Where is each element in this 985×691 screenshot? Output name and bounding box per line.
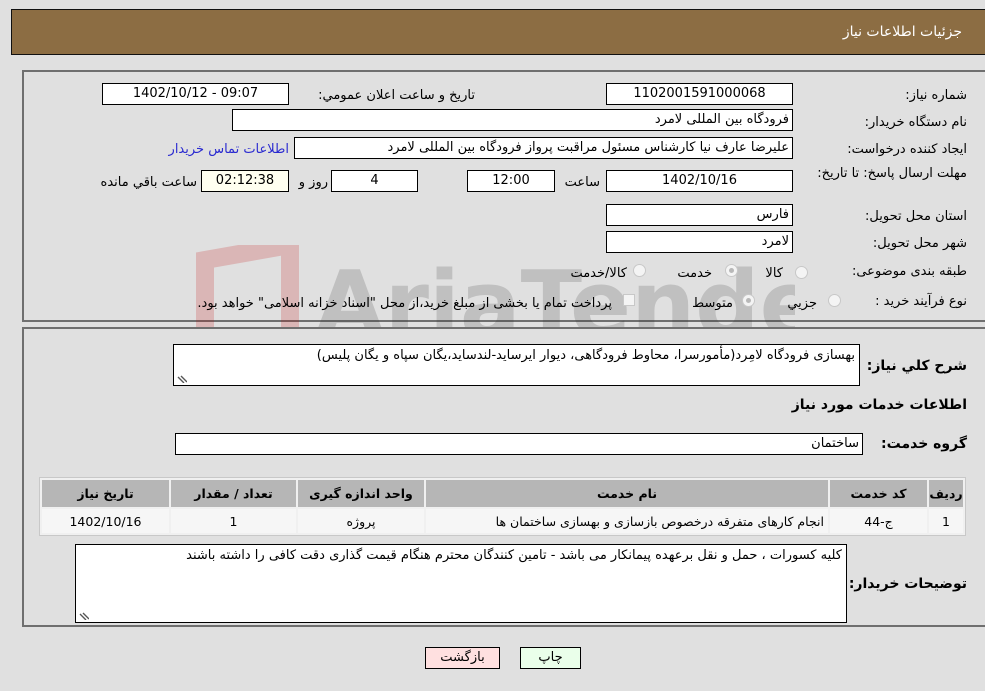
purchase-radio-minor[interactable] bbox=[828, 294, 841, 307]
table-header-row: ردیف کد خدمت نام خدمت واحد اندازه گیری ت… bbox=[42, 480, 963, 507]
category-option-service: خدمت bbox=[677, 266, 712, 281]
cell-qty: 1 bbox=[171, 509, 296, 533]
purchase-option-medium: متوسط bbox=[692, 296, 733, 311]
city-label: شهر محل تحویل: bbox=[872, 236, 967, 251]
announce-datetime-field[interactable]: 1402/10/12 - 09:07 bbox=[102, 83, 289, 105]
deadline-date-field[interactable]: 1402/10/16 bbox=[606, 170, 793, 192]
buyer-notes-text: کلیه کسورات ، حمل و نقل برعهده پیمانکار … bbox=[186, 548, 842, 563]
deadline-time-field[interactable]: 12:00 bbox=[467, 170, 555, 192]
col-code-header: کد خدمت bbox=[830, 480, 927, 507]
table-row: 1 ج-44 انجام کارهای متفرقه درخصوص بازساز… bbox=[42, 509, 963, 533]
purchase-option-minor: جزیي bbox=[787, 296, 817, 311]
resize-grip-icon[interactable] bbox=[177, 375, 187, 383]
purchase-radio-medium[interactable] bbox=[742, 294, 755, 307]
cell-name: انجام کارهای متفرقه درخصوص بازسازی و بهس… bbox=[426, 509, 828, 533]
city-field[interactable]: لامرد bbox=[606, 231, 793, 253]
category-option-goods-service: کالا/خدمت bbox=[570, 266, 627, 281]
col-row-header: ردیف bbox=[929, 480, 963, 507]
service-group-label: گروه خدمت: bbox=[881, 436, 967, 452]
cell-row: 1 bbox=[929, 509, 963, 533]
services-table: ردیف کد خدمت نام خدمت واحد اندازه گیری ت… bbox=[39, 477, 966, 536]
purchase-type-label: نوع فرآیند خرید : bbox=[875, 294, 967, 309]
province-label: استان محل تحویل: bbox=[865, 209, 967, 224]
announce-datetime-label: تاریخ و ساعت اعلان عمومي: bbox=[318, 88, 475, 103]
col-unit-header: واحد اندازه گیری bbox=[298, 480, 424, 507]
buyer-org-field[interactable]: فرودگاه بین المللی لامرد bbox=[232, 109, 793, 131]
category-radio-goods[interactable] bbox=[795, 266, 808, 279]
back-button[interactable]: بازگشت bbox=[425, 647, 500, 669]
remaining-time-field: 02:12:38 bbox=[201, 170, 289, 192]
category-radio-service[interactable] bbox=[725, 264, 738, 277]
remaining-days-field[interactable]: 4 bbox=[331, 170, 418, 192]
col-name-header: نام خدمت bbox=[426, 480, 828, 507]
deadline-label: مهلت ارسال پاسخ: تا تاریخ: bbox=[817, 166, 967, 181]
resize-grip-icon[interactable] bbox=[79, 612, 89, 620]
need-number-field[interactable]: 1102001591000068 bbox=[606, 83, 793, 105]
days-label: روز و bbox=[298, 175, 328, 190]
remaining-time-label: ساعت باقي مانده bbox=[100, 175, 197, 190]
requester-field[interactable]: علیرضا عارف نیا کارشناس مسئول مراقبت پرو… bbox=[294, 137, 793, 159]
services-heading: اطلاعات خدمات مورد نیاز bbox=[791, 397, 967, 413]
deadline-time-label: ساعت bbox=[564, 175, 600, 190]
services-table-wrapper: ردیف کد خدمت نام خدمت واحد اندازه گیری ت… bbox=[39, 477, 966, 536]
general-desc-label: شرح کلي نیاز: bbox=[866, 358, 967, 374]
page-title: جزئیات اطلاعات نیاز bbox=[842, 24, 962, 40]
col-qty-header: تعداد / مقدار bbox=[171, 480, 296, 507]
requester-label: ایجاد کننده درخواست: bbox=[847, 142, 967, 157]
buyer-org-label: نام دستگاه خریدار: bbox=[864, 115, 967, 130]
category-radio-goods-service[interactable] bbox=[633, 264, 646, 277]
buyer-notes-label: توضیحات خریدار: bbox=[848, 576, 967, 592]
cell-code: ج-44 bbox=[830, 509, 927, 533]
treasury-note: پرداخت تمام یا بخشی از مبلغ خرید،از محل … bbox=[197, 296, 612, 311]
province-field[interactable]: فارس bbox=[606, 204, 793, 226]
general-desc-textarea[interactable]: بهسازی فرودگاه لامِرد(مأمورسرا، محاوط فر… bbox=[173, 344, 860, 386]
need-number-label: شماره نیاز: bbox=[905, 88, 967, 103]
buyer-notes-textarea[interactable]: کلیه کسورات ، حمل و نقل برعهده پیمانکار … bbox=[75, 544, 847, 623]
page-header: جزئیات اطلاعات نیاز bbox=[11, 9, 985, 55]
print-button[interactable]: چاپ bbox=[520, 647, 581, 669]
cell-unit: پروژه bbox=[298, 509, 424, 533]
category-option-goods: کالا bbox=[765, 266, 783, 281]
cell-date: 1402/10/16 bbox=[42, 509, 169, 533]
service-group-field[interactable]: ساختمان bbox=[175, 433, 863, 455]
general-desc-text: بهسازی فرودگاه لامِرد(مأمورسرا، محاوط فر… bbox=[316, 348, 855, 363]
treasury-checkbox[interactable] bbox=[623, 294, 635, 306]
category-label: طبقه بندی موضوعی: bbox=[851, 264, 967, 279]
col-date-header: تاریخ نیاز bbox=[42, 480, 169, 507]
buyer-contact-link[interactable]: اطلاعات تماس خریدار bbox=[169, 142, 289, 157]
